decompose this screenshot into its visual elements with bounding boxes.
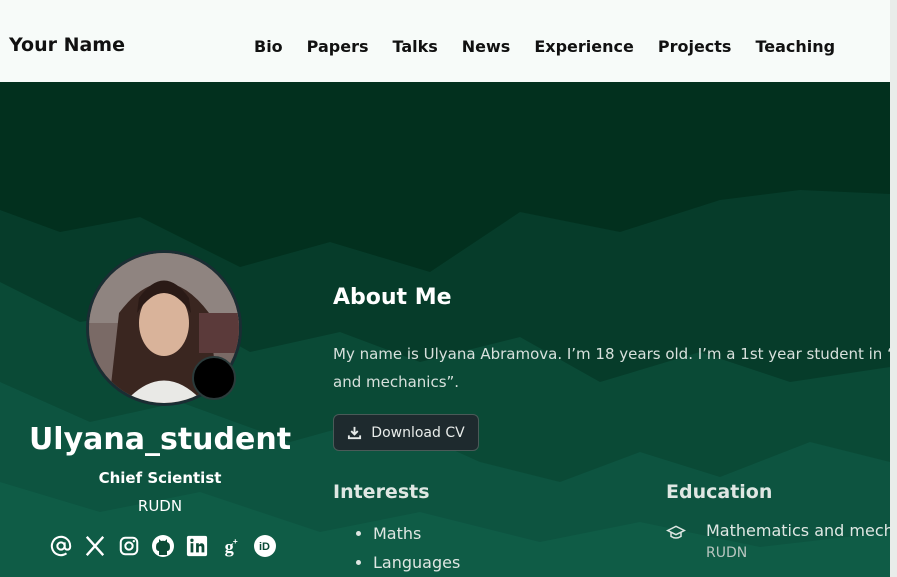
linkedin-icon[interactable] [184,533,210,559]
scrollbar[interactable] [890,0,897,577]
graduation-cap-icon [665,523,687,547]
svg-text:iD: iD [259,541,270,553]
download-cv-label: Download CV [371,424,465,441]
nav-item-news[interactable]: News [462,37,511,56]
email-icon[interactable] [48,533,74,559]
download-icon [347,425,362,440]
about-line-2: and mechanics”. [333,373,460,391]
list-item: Languages [373,548,460,577]
instagram-icon[interactable] [116,533,142,559]
nav-item-experience[interactable]: Experience [534,37,634,56]
education-school: RUDN [706,545,748,561]
nav-item-talks[interactable]: Talks [392,37,437,56]
x-icon[interactable] [82,533,108,559]
education-title: Education [666,481,773,503]
nav-item-teaching[interactable]: Teaching [755,37,835,56]
social-links: g + iD [48,533,286,559]
nav-item-projects[interactable]: Projects [658,37,732,56]
svg-text:+: + [233,537,238,546]
navbar: Your Name Bio Papers Talks News Experien… [0,10,890,82]
orcid-icon[interactable]: iD [252,533,278,559]
about-text: My name is Ulyana Abramova. I’m 18 years… [333,340,890,396]
nav-menu: Bio Papers Talks News Experience Project… [254,37,859,56]
profile-role: Chief Scientist [98,469,222,487]
nav-item-bio[interactable]: Bio [254,37,283,56]
profile-username: Ulyana_student [28,422,292,457]
profile-organization: RUDN [137,497,183,515]
interests-title: Interests [333,481,430,503]
about-title: About Me [333,285,452,310]
about-line-1: My name is Ulyana Abramova. I’m 18 years… [333,345,890,363]
profile-avatar [86,250,242,406]
interests-list: Maths Languages [333,519,460,577]
education-degree: Mathematics and mecha [706,521,890,540]
github-icon[interactable] [150,533,176,559]
nav-item-papers[interactable]: Papers [307,37,369,56]
brand-title[interactable]: Your Name [9,34,125,56]
list-item: Maths [373,519,460,548]
google-scholar-icon[interactable]: g + [218,533,244,559]
download-cv-button[interactable]: Download CV [333,414,479,451]
status-dot [192,356,236,400]
